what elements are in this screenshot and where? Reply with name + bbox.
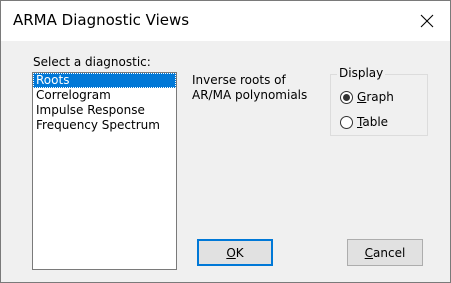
radio-graph[interactable]: Graph [340, 90, 394, 104]
description-line-1: Inverse roots of [192, 73, 286, 87]
description-line-2: AR/MA polynomials [192, 88, 308, 102]
list-item-frequency-spectrum[interactable]: Frequency Spectrum [33, 118, 176, 133]
radio-graph-dot [343, 93, 350, 101]
radio-graph-circle[interactable] [340, 90, 353, 104]
diagnostic-listbox[interactable]: Roots Correlogram Impulse Response Frequ… [32, 72, 177, 270]
title-bar[interactable]: ARMA Diagnostic Views [1, 1, 450, 41]
display-group-legend: Display [337, 66, 386, 80]
cancel-button[interactable]: Cancel [347, 239, 423, 266]
list-item-correlogram[interactable]: Correlogram [33, 88, 176, 103]
diagnostic-description: Inverse roots of AR/MA polynomials [192, 73, 307, 103]
radio-table-circle[interactable] [340, 115, 353, 129]
diagnostic-list-label: Select a diagnostic: [33, 55, 151, 69]
radio-table[interactable]: Table [340, 115, 388, 129]
window-title: ARMA Diagnostic Views [13, 11, 190, 29]
dialog-window: ARMA Diagnostic Views Select a diagnosti… [0, 0, 451, 283]
dialog-body: Select a diagnostic: Roots Correlogram I… [1, 41, 450, 282]
radio-graph-label[interactable]: Graph [357, 90, 394, 104]
list-item-impulse-response[interactable]: Impulse Response [33, 103, 176, 118]
radio-table-label[interactable]: Table [357, 115, 388, 129]
list-item-roots[interactable]: Roots [33, 73, 176, 88]
close-button[interactable] [404, 1, 450, 41]
close-icon [420, 14, 434, 28]
ok-button[interactable]: OK [197, 239, 273, 266]
